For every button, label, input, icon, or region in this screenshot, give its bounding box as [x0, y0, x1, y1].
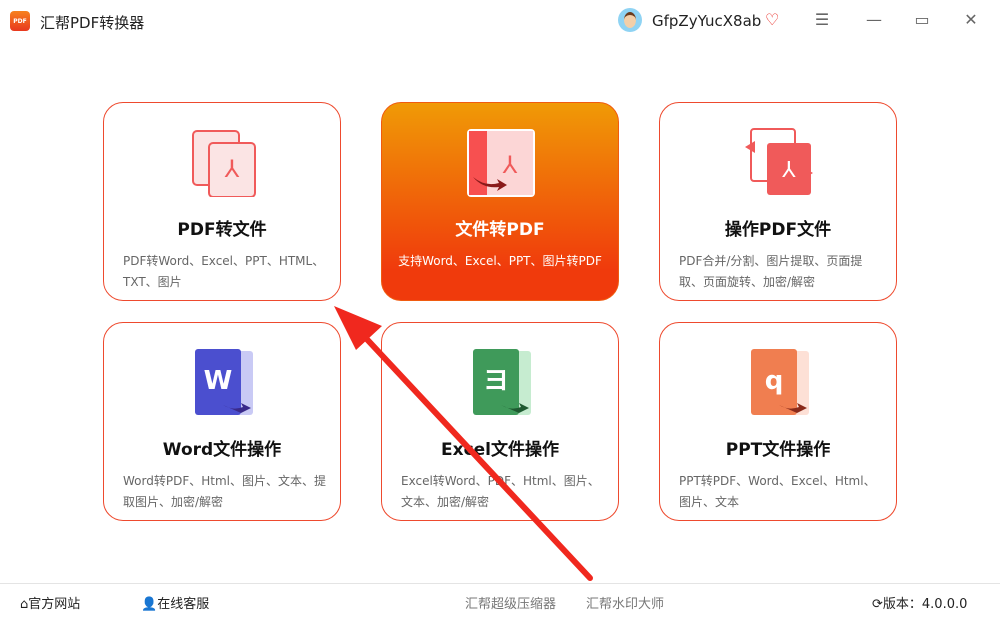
footer: ⌂官方网站 👤在线客服 汇帮超级压缩器 汇帮水印大师 ⟳版本：4.0.0.0: [0, 583, 1000, 617]
refresh-icon: ⟳: [872, 597, 883, 612]
feature-card-1[interactable]: ⅄ PDF转文件 PDF转Word、Excel、PPT、HTML、TXT、图片: [103, 102, 341, 301]
ppt-icon: q: [751, 349, 809, 415]
feature-card-5[interactable]: ヨ Excel文件操作 Excel转Word、PDF、Html、图片、文本、加密/解…: [381, 322, 619, 521]
feature-card-2[interactable]: ⅄ 文件转PDF 支持Word、Excel、PPT、图片转PDF: [381, 102, 619, 301]
official-website-link[interactable]: ⌂官方网站: [20, 593, 80, 612]
svg-text:⅄: ⅄: [224, 155, 240, 183]
card-description: PDF合并/分割、图片提取、页面提取、页面旋转、加密/解密: [679, 254, 863, 289]
card-title: 操作PDF文件: [724, 220, 832, 240]
word-icon: W: [195, 349, 253, 415]
online-support-link[interactable]: 👤在线客服: [141, 593, 209, 612]
minimize-button[interactable]: —: [864, 10, 884, 29]
svg-text:⅄: ⅄: [782, 158, 796, 183]
title-bar: PDF 汇帮PDF转换器 GfpZyYucX8ab ♡ ☰ — ▭ ✕: [0, 0, 1000, 42]
card-title: PDF转文件: [177, 220, 267, 240]
feature-card-4[interactable]: W Word文件操作 Word转PDF、Html、图片、文本、提取图片、加密/解密: [103, 322, 341, 521]
username[interactable]: GfpZyYucX8ab: [652, 12, 761, 30]
card-description: PPT转PDF、Word、Excel、Html、图片、文本: [679, 474, 876, 509]
pdf-to-file-icon: ⅄: [192, 130, 256, 197]
watermark-link[interactable]: 汇帮水印大师: [586, 593, 664, 612]
card-title: Word文件操作: [162, 440, 282, 460]
svg-text:ヨ: ヨ: [483, 366, 509, 396]
annotation-arrow: [334, 306, 593, 581]
excel-icon: ヨ: [473, 349, 531, 415]
menu-button[interactable]: ☰: [812, 10, 832, 29]
avatar[interactable]: [618, 8, 642, 32]
feature-card-6[interactable]: q PPT文件操作 PPT转PDF、Word、Excel、Html、图片、文本: [659, 322, 897, 521]
support-person-icon: 👤: [141, 597, 158, 612]
card-description: Excel转Word、PDF、Html、图片、文本、加密/解密: [401, 474, 600, 509]
card-description: Word转PDF、Html、图片、文本、提取图片、加密/解密: [123, 474, 326, 509]
pdf-operate-icon: ⅄: [745, 128, 813, 195]
card-title: Excel文件操作: [440, 440, 559, 460]
card-title: 文件转PDF: [455, 220, 545, 240]
card-description: PDF转Word、Excel、PPT、HTML、TXT、图片: [123, 254, 325, 289]
svg-text:q: q: [765, 366, 784, 396]
maximize-button[interactable]: ▭: [912, 10, 932, 29]
svg-text:⅄: ⅄: [502, 151, 518, 179]
compressor-link[interactable]: 汇帮超级压缩器: [465, 593, 556, 612]
version-info[interactable]: ⟳版本：4.0.0.0: [872, 593, 967, 612]
close-button[interactable]: ✕: [961, 10, 981, 29]
app-logo: PDF: [10, 11, 30, 31]
vip-diamond-icon[interactable]: ♡: [765, 10, 779, 29]
svg-text:W: W: [204, 366, 233, 396]
feature-card-3[interactable]: ⅄ 操作PDF文件 PDF合并/分割、图片提取、页面提取、页面旋转、加密/解密: [659, 102, 897, 301]
card-title: PPT文件操作: [725, 440, 831, 460]
app-title: 汇帮PDF转换器: [40, 14, 145, 32]
file-to-pdf-icon: ⅄: [467, 129, 535, 197]
card-description: 支持Word、Excel、PPT、图片转PDF: [398, 254, 602, 268]
